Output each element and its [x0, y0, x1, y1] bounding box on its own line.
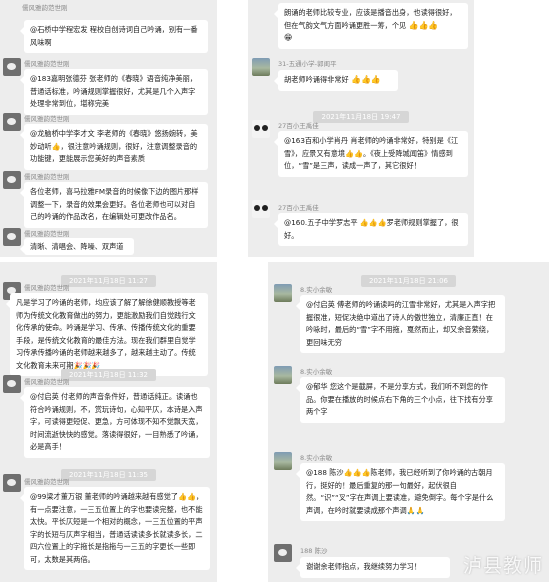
message-text: 各位老师，喜马拉雅FM录音的时候像下边的图片那样调整一下，录音的效果会更好。各位…	[30, 187, 199, 221]
message-text: @183嘉明张德芬 张老师的《春晓》语音纯净美丽，普通话标准，吟诵规则掌握很好，…	[30, 74, 197, 108]
message-text: @160.五子中学罗志平 👍👍👍罗老师规则掌握了，很好。	[284, 218, 459, 240]
message-bubble[interactable]: @付启英 付老师的声音条件好，普通话纯正。读诵也符合吟诵规则，不，赏玩诗句，心知…	[20, 387, 210, 458]
avatar[interactable]	[252, 58, 270, 76]
sender-name: 31-五通小学-郭闺平	[278, 60, 337, 68]
avatar[interactable]	[3, 474, 21, 492]
message-bubble[interactable]: @郁华 您这个是截屏，不是分享方式，我们听不到您的作品。你要在播放的时候点右下角…	[296, 377, 505, 423]
avatar[interactable]	[274, 366, 292, 384]
avatar[interactable]	[274, 284, 292, 302]
avatar[interactable]	[252, 200, 270, 218]
message-bubble[interactable]: 清晰、清唱会、降噪、双声道	[20, 238, 134, 255]
avatar[interactable]	[3, 375, 21, 393]
sender-name: 儒风雅韵范世刚	[24, 115, 70, 123]
chat-panel-top-right: 朗诵的老师比较专业，应该是播音出身，也读得很好，但在气韵文气方面吟诵更胜一筹，个…	[248, 0, 474, 257]
sender-name: 儒风雅韵范世刚	[24, 230, 70, 238]
message-text: @163百和小学肖丹 肖老师的吟诵非常好，特别是《江雪》，应景又有意境👍👍。《夜…	[284, 136, 459, 170]
message-text: 凡是学习了吟诵的老师，均应该了解了解徐健顺教授等老师为传统文化教育做出的努力，更…	[16, 298, 196, 370]
message-text: @188 陈沙👍👍👍陈老师，我已经听到了你吟诵的古朝月行，挺好的！最后重复的那一…	[306, 468, 494, 515]
watermark: 泸县教师	[462, 555, 543, 577]
sender-name: 8.实小余敏	[300, 368, 333, 376]
sender-name: 儒风雅韵范世刚	[24, 378, 70, 386]
message-bubble[interactable]: @163百和小学肖丹 肖老师的吟诵非常好，特别是《江雪》，应景又有意境👍👍。《夜…	[274, 131, 468, 177]
sender-name: 儒风雅韵范世刚	[22, 4, 68, 12]
avatar[interactable]	[3, 113, 21, 131]
sender-name: 儒风雅韵范世刚	[24, 60, 70, 68]
message-text: @付启英 付老师的声音条件好，普通话纯正。读诵也符合吟诵规则，不，赏玩诗句，心知…	[30, 392, 203, 451]
message-bubble[interactable]: 胡老师吟诵得非常好 👍👍👍	[274, 70, 398, 91]
message-text: @龙脑桥中学李才文 李老师的《春晓》悠扬婉转，美妙动听👍，很注意吟诵规则，很好，…	[30, 129, 198, 163]
message-bubble[interactable]: @99梁才董万银 董老师的吟诵越来越有感觉了👍👍，有一点要注意，一三五位置上的字…	[20, 487, 210, 570]
sender-name: 儒风雅韵范世刚	[24, 478, 70, 486]
sender-name: 27百小王禹佳	[278, 204, 319, 212]
avatar[interactable]	[3, 171, 21, 189]
message-bubble[interactable]: @付启英 傅老师的吟诵读吗的江雪非常好，尤其是入声字把握很准，短促决绝中道出了诗…	[296, 295, 505, 353]
message-bubble[interactable]: @石桥中学程宏发 程校自创诗词自己吟诵，别有一番风味啊	[20, 20, 208, 53]
sender-name: 儒风雅韵范世刚	[24, 284, 70, 292]
thumbs-up-icon: 👍👍👍	[408, 20, 439, 30]
message-bubble[interactable]: 各位老师，喜马拉雅FM录音的时候像下边的图片那样调整一下，录音的效果会更好。各位…	[20, 182, 208, 228]
sender-name: 188 陈沙	[300, 547, 328, 555]
message-text: @99梁才董万银 董老师的吟诵越来越有感觉了👍👍，有一点要注意，一三五位置上的字…	[30, 492, 204, 564]
message-bubble[interactable]: @龙脑桥中学李才文 李老师的《春晓》悠扬婉转，美妙动听👍，很注意吟诵规则，很好，…	[20, 124, 208, 170]
sender-name: 27百小王禹佳	[278, 122, 319, 130]
sender-name: 8.实小余敏	[300, 454, 333, 462]
message-text: @付启英 傅老师的吟诵读吗的江雪非常好，尤其是入声字把握很准，短促决绝中道出了诗…	[306, 300, 496, 347]
message-bubble[interactable]: 朗诵的老师比较专业，应该是播音出身，也读得很好，但在气韵文气方面吟诵更胜一筹，个…	[274, 3, 468, 49]
message-text: @郁华 您这个是截屏，不是分享方式，我们听不到您的作品。你要在播放的时候点右下角…	[306, 382, 493, 416]
avatar[interactable]	[3, 228, 21, 246]
chat-panel-top-left: 儒风雅韵范世刚 @石桥中学程宏发 程校自创诗词自己吟诵，别有一番风味啊 儒风雅韵…	[0, 0, 217, 257]
message-bubble[interactable]: @188 陈沙👍👍👍陈老师，我已经听到了你吟诵的古朝月行，挺好的！最后重复的那一…	[296, 463, 505, 521]
avatar[interactable]	[3, 58, 21, 76]
message-text: 胡老师吟诵得非常好	[284, 75, 349, 84]
message-bubble[interactable]: 谢谢余老师指点，我继续努力学习！	[296, 557, 450, 578]
avatar[interactable]	[274, 452, 292, 470]
grin-emoji-icon: 😁	[284, 33, 293, 42]
chat-panel-bottom-left: 2021年11月18日 11:27 儒风雅韵范世刚 凡是学习了吟诵的老师，均应该…	[0, 262, 217, 582]
avatar[interactable]	[252, 120, 270, 138]
sender-name: 8.实小余敏	[300, 286, 333, 294]
thumbs-up-icon: 👍👍👍	[351, 75, 381, 84]
avatar[interactable]	[274, 544, 292, 562]
message-bubble[interactable]: @160.五子中学罗志平 👍👍👍罗老师规则掌握了，很好。	[274, 213, 468, 246]
message-bubble[interactable]: @183嘉明张德芬 张老师的《春晓》语音纯净美丽，普通话标准，吟诵规则掌握很好，…	[20, 69, 208, 115]
message-text: @石桥中学程宏发 程校自创诗词自己吟诵，别有一番风味啊	[30, 25, 198, 47]
sender-name: 儒风雅韵范世刚	[24, 173, 70, 181]
message-text: 清晰、清唱会、降噪、双声道	[30, 242, 124, 251]
message-text: 谢谢余老师指点，我继续努力学习！	[306, 562, 422, 571]
chat-panel-bottom-right: 2021年11月18日 21:06 8.实小余敏 @付启英 傅老师的吟诵读吗的江…	[268, 262, 549, 582]
